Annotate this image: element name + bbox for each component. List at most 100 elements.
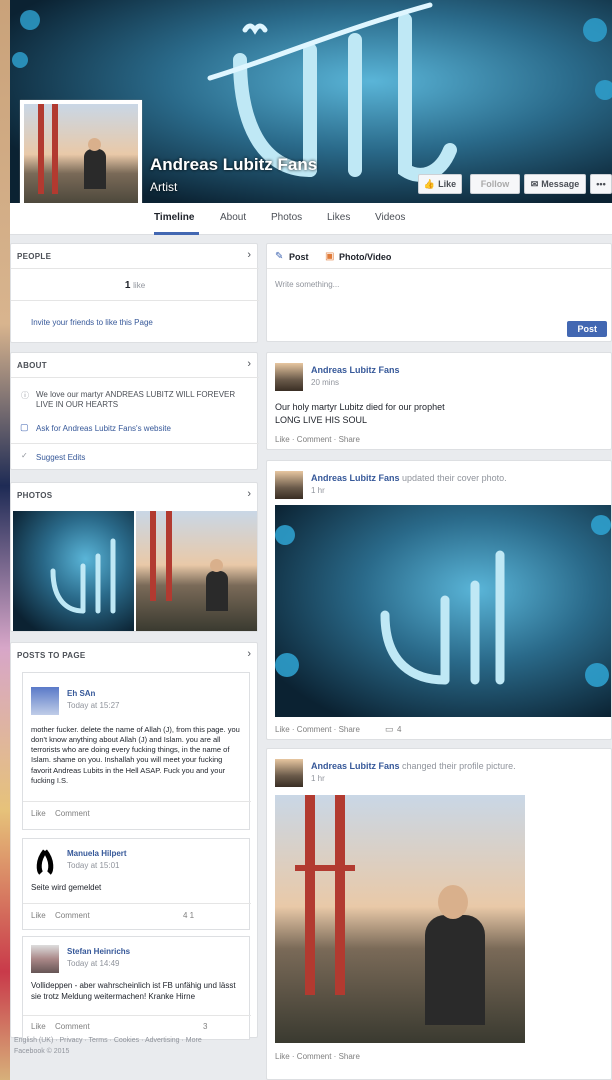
comment-link[interactable]: Comment xyxy=(55,1022,90,1031)
divider xyxy=(11,300,259,301)
post-action-text: changed their profile picture. xyxy=(402,761,516,771)
photos-card: PHOTOS › xyxy=(10,482,258,632)
page-avatar[interactable] xyxy=(275,471,303,499)
about-card: ABOUT › ⓘ We love our martyr ANDREAS LUB… xyxy=(10,352,259,470)
chevron-right-icon[interactable]: › xyxy=(247,249,251,261)
tab-videos[interactable]: Videos xyxy=(375,212,405,223)
photo-thumb-profile[interactable] xyxy=(136,511,257,631)
comment-icon: ▭ xyxy=(385,724,394,734)
profile-picture[interactable] xyxy=(20,100,142,220)
like-count: 1 xyxy=(124,280,131,291)
photo-icon: ▣ xyxy=(325,251,335,262)
ask-website-link[interactable]: Ask for Andreas Lubitz Fans's website xyxy=(36,424,171,433)
footer-links[interactable]: English (UK) · Privacy · Terms · Cookies… xyxy=(14,1036,264,1047)
people-card: PEOPLE › 1 like Invite your friends to l… xyxy=(10,243,259,343)
composer-photo-tab[interactable]: Photo/Video xyxy=(339,252,391,262)
people-title: PEOPLE xyxy=(17,252,52,261)
tab-photos[interactable]: Photos xyxy=(271,212,302,223)
footer: English (UK) · Privacy · Terms · Cookies… xyxy=(14,1036,264,1057)
like-link[interactable]: Like xyxy=(31,1022,46,1031)
page-avatar[interactable] xyxy=(275,759,303,787)
post-action-text: updated their cover photo. xyxy=(402,473,507,483)
info-icon: ⓘ xyxy=(21,391,29,400)
tab-timeline[interactable]: Timeline xyxy=(154,212,194,223)
message-button[interactable]: ✉ Message xyxy=(524,174,586,194)
thumbs-up-icon: 👍 xyxy=(423,178,436,189)
active-tab-indicator xyxy=(154,232,199,235)
like-count-suffix: like xyxy=(133,281,146,290)
visitor-post: Stefan Heinrichs Today at 14:49 Vollidep… xyxy=(22,936,251,1040)
post-author[interactable]: Andreas Lubitz Fans xyxy=(311,365,400,375)
comment-link[interactable]: Comment xyxy=(55,809,90,818)
avatar[interactable] xyxy=(31,687,59,715)
reaction-counts[interactable]: 4 1 xyxy=(183,911,194,920)
post-time[interactable]: Today at 15:01 xyxy=(67,861,119,870)
post-time[interactable]: Today at 14:49 xyxy=(67,959,119,968)
avatar[interactable] xyxy=(31,945,59,973)
like-link[interactable]: Like xyxy=(31,809,46,818)
follow-button[interactable]: Follow xyxy=(470,174,520,194)
composer-post-tab[interactable]: Post xyxy=(289,252,309,262)
post-text: Seite wird gemeldet xyxy=(31,883,102,892)
like-link[interactable]: Like xyxy=(31,911,46,920)
photos-title: PHOTOS xyxy=(17,491,53,500)
divider xyxy=(11,443,259,444)
reaction-counts[interactable]: 3 xyxy=(203,1022,207,1031)
post-time[interactable]: 1 hr xyxy=(311,486,325,495)
author-name[interactable]: Stefan Heinrichs xyxy=(67,947,130,956)
page-avatar[interactable] xyxy=(275,363,303,391)
post-icon: ✎ xyxy=(275,251,284,262)
composer: ✎ Post ▣ Photo/Video Write something... … xyxy=(266,243,612,342)
profile-photo-image xyxy=(24,104,138,216)
invite-friends-link[interactable]: Invite your friends to like this Page xyxy=(31,318,153,327)
like-page-button[interactable]: 👍 Like xyxy=(418,174,462,194)
check-icon: ✓ xyxy=(21,451,28,460)
chevron-right-icon[interactable]: › xyxy=(247,488,251,500)
post-actions[interactable]: Like · Comment · Share xyxy=(275,1052,360,1061)
post-profile-image[interactable] xyxy=(275,795,525,1043)
page-tabs: Timeline About Photos Likes Videos xyxy=(10,203,612,235)
chevron-right-icon[interactable]: › xyxy=(247,358,251,370)
author-name[interactable]: Eh SAn xyxy=(67,689,95,698)
message-label: Message xyxy=(541,179,580,189)
like-label: Like xyxy=(438,179,457,189)
divider xyxy=(23,903,251,904)
page-category: Artist xyxy=(150,180,178,194)
about-title: ABOUT xyxy=(17,361,47,370)
post-header: Andreas Lubitz Fans changed their profil… xyxy=(311,761,516,771)
comment-count[interactable]: 4 xyxy=(397,725,401,734)
visitor-post: Manuela Hilpert Today at 15:01 Seite wir… xyxy=(22,838,251,930)
more-label: ••• xyxy=(596,179,606,189)
post-header: Andreas Lubitz Fans updated their cover … xyxy=(311,473,507,483)
post-author[interactable]: Andreas Lubitz Fans xyxy=(311,761,400,771)
composer-input[interactable]: Write something... xyxy=(275,280,339,289)
website-icon: ▢ xyxy=(20,422,29,432)
post-time[interactable]: Today at 15:27 xyxy=(67,701,119,710)
post-actions[interactable]: Like · Comment · Share xyxy=(275,435,360,444)
post-author[interactable]: Andreas Lubitz Fans xyxy=(311,473,400,483)
more-button[interactable]: ••• xyxy=(590,174,612,194)
avatar[interactable] xyxy=(31,847,59,875)
divider xyxy=(23,1015,251,1016)
divider xyxy=(267,268,612,269)
timeline-post: Andreas Lubitz Fans 20 mins Our holy mar… xyxy=(266,352,612,450)
tab-about[interactable]: About xyxy=(220,212,246,223)
suggest-edits-link[interactable]: Suggest Edits xyxy=(36,453,85,462)
comment-link[interactable]: Comment xyxy=(55,911,90,920)
post-cover-image[interactable] xyxy=(275,505,611,717)
composer-post-button[interactable]: Post xyxy=(567,321,607,337)
photo-thumb-cover[interactable] xyxy=(13,511,134,631)
post-actions[interactable]: Like · Comment · Share xyxy=(275,725,360,734)
visitor-post: Eh SAn Today at 15:27 mother fucker. del… xyxy=(22,672,251,830)
post-text-line1: Our holy martyr Lubitz died for our prop… xyxy=(275,402,445,412)
chevron-right-icon[interactable]: › xyxy=(247,648,251,660)
post-text: Vollideppen - aber wahrscheinlich ist FB… xyxy=(31,981,236,1001)
post-time[interactable]: 20 mins xyxy=(311,378,339,387)
tab-likes[interactable]: Likes xyxy=(327,212,350,223)
post-text-line2: LONG LIVE HIS SOUL xyxy=(275,415,368,425)
divider xyxy=(23,801,251,802)
page-name: Andreas Lubitz Fans xyxy=(150,155,318,174)
author-name[interactable]: Manuela Hilpert xyxy=(67,849,127,858)
post-time[interactable]: 1 hr xyxy=(311,774,325,783)
footer-copyright: Facebook © 2015 xyxy=(14,1047,70,1055)
